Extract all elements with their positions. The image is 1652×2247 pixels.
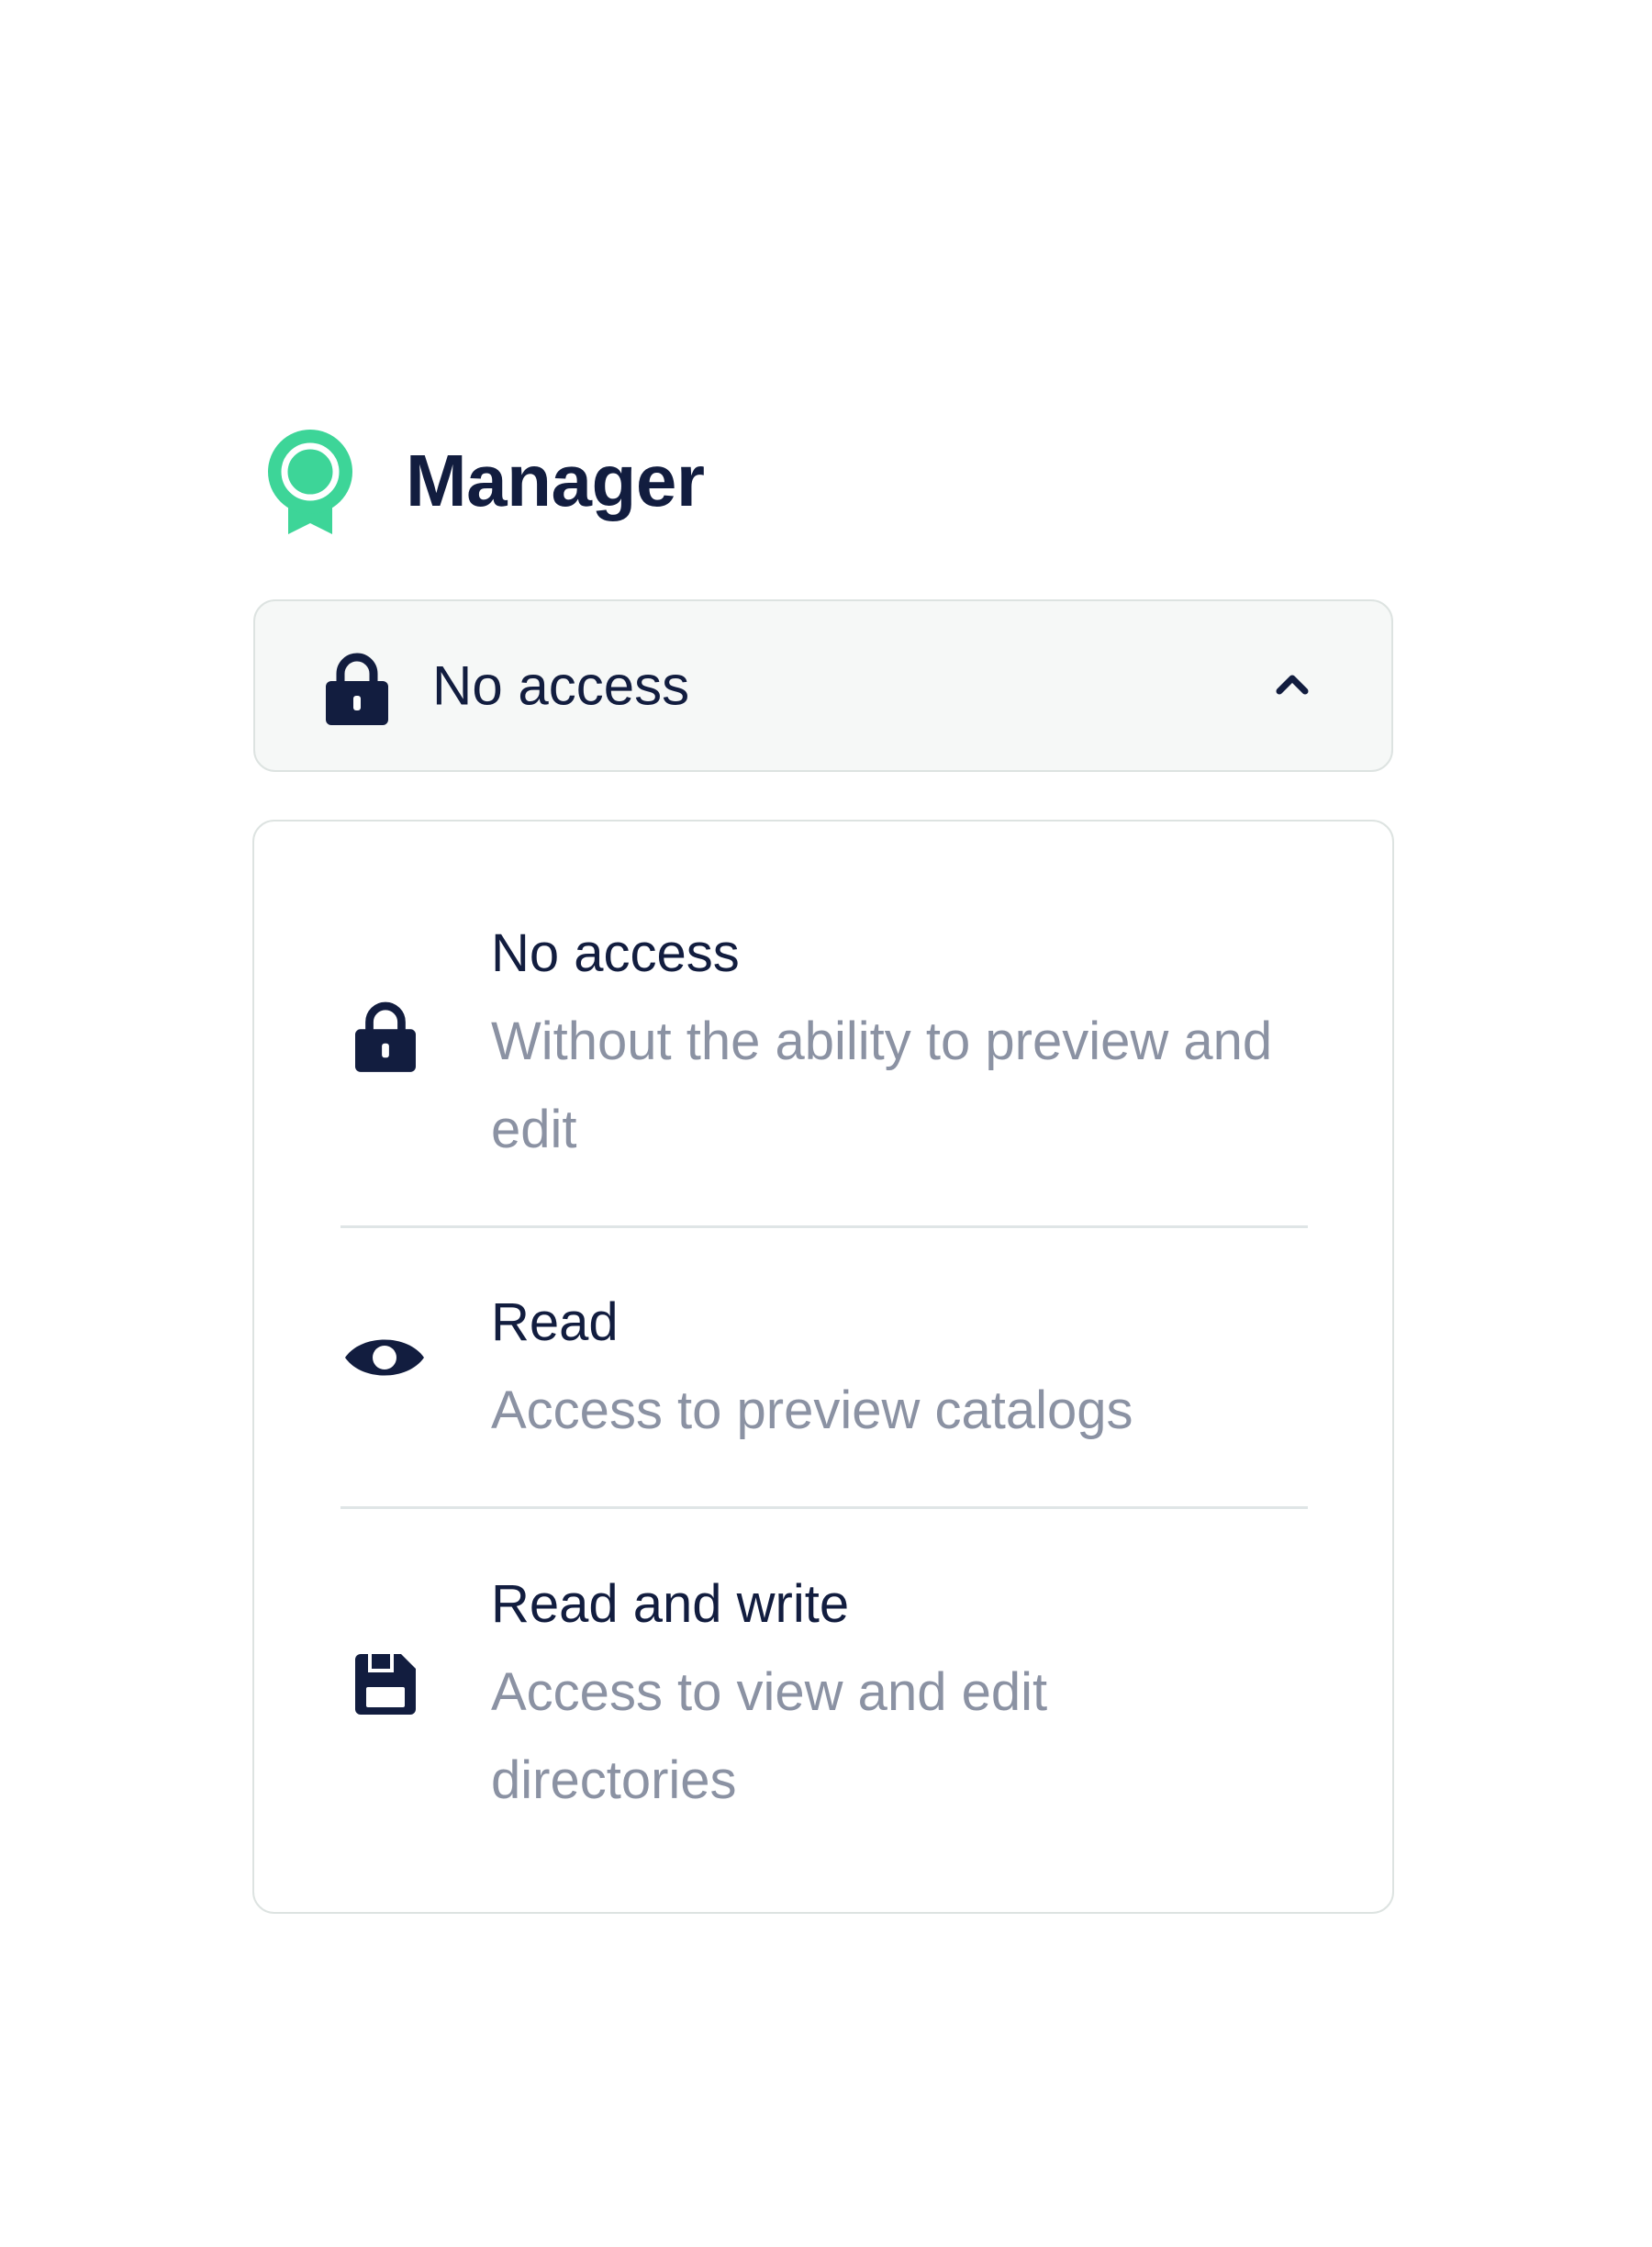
option-description: Access to view and edit directories <box>491 1662 1048 1810</box>
option-title: No access <box>491 923 740 983</box>
option-read-and-write[interactable]: Read and write Access to view and edit d… <box>340 1560 1308 1825</box>
option-title: Read <box>491 1292 619 1352</box>
select-value: No access <box>432 654 690 717</box>
lock-icon <box>326 653 388 725</box>
option-text: Read Access to preview catalogs <box>491 1279 1280 1455</box>
eye-icon <box>345 1339 424 1376</box>
role-header: Manager <box>266 428 705 534</box>
role-title: Manager <box>406 440 705 521</box>
divider <box>340 1225 1308 1228</box>
option-description: Without the ability to preview and edit <box>491 1012 1273 1159</box>
access-level-select[interactable]: No access <box>253 599 1393 772</box>
option-text: No access Without the ability to preview… <box>491 910 1280 1174</box>
option-read[interactable]: Read Access to preview catalogs <box>340 1279 1308 1455</box>
access-level-menu: No access Without the ability to preview… <box>252 820 1394 1914</box>
chevron-up-icon[interactable] <box>1276 671 1309 695</box>
divider <box>340 1506 1308 1509</box>
option-no-access[interactable]: No access Without the ability to preview… <box>340 910 1308 1174</box>
floppy-disk-icon <box>355 1654 416 1715</box>
award-badge-icon <box>268 430 352 534</box>
lock-icon <box>355 1001 416 1072</box>
option-title: Read and write <box>491 1574 850 1634</box>
option-description: Access to preview catalogs <box>491 1381 1133 1440</box>
option-text: Read and write Access to view and edit d… <box>491 1560 1280 1825</box>
